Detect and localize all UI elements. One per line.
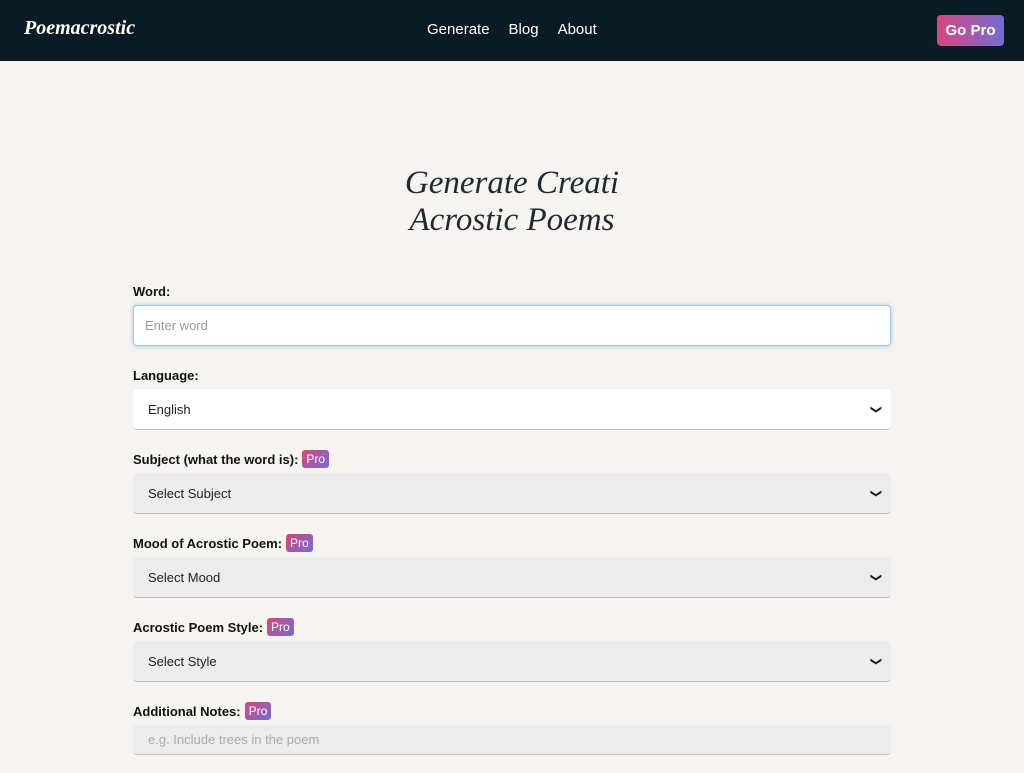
style-select[interactable]: Select Style ❯ — [133, 641, 891, 682]
page-title: Generate Creati Acrostic Poems — [0, 165, 1024, 239]
mood-select[interactable]: Select Mood ❯ — [133, 557, 891, 598]
language-label: Language: — [133, 367, 199, 383]
mood-label: Mood of Acrostic Poem: Pro — [133, 532, 891, 554]
chevron-down-icon: ❯ — [869, 404, 882, 414]
subject-select[interactable]: Select Subject ❯ — [133, 473, 891, 514]
nav-about[interactable]: About — [558, 21, 597, 38]
subject-label: Subject (what the word is): Pro — [133, 448, 891, 470]
poem-form: Word: Enter word Language: English ❯ Sub… — [133, 280, 891, 773]
pro-badge: Pro — [302, 450, 330, 468]
nav-generate[interactable]: Generate — [427, 21, 490, 38]
word-input[interactable]: Enter word — [133, 305, 891, 346]
nav-links: Generate Blog About — [427, 21, 597, 38]
chevron-down-icon: ❯ — [869, 572, 882, 582]
pro-badge: Pro — [267, 618, 294, 636]
go-pro-button[interactable]: Go Pro — [937, 15, 1004, 46]
brand-logo[interactable]: Poemacrostic — [24, 17, 135, 40]
pro-badge: Pro — [244, 702, 272, 720]
notes-label: Additional Notes: Pro — [133, 700, 891, 722]
style-label: Acrostic Poem Style: Pro — [133, 616, 891, 638]
chevron-down-icon: ❯ — [869, 488, 882, 498]
pro-badge: Pro — [286, 534, 313, 552]
title-line-2: Acrostic Poems — [409, 202, 615, 238]
navbar: Poemacrostic Generate Blog About Go Pro — [0, 0, 1024, 61]
title-line-1: Generate Creati — [404, 165, 620, 201]
language-select[interactable]: English ❯ — [133, 389, 891, 430]
nav-blog[interactable]: Blog — [509, 21, 539, 38]
word-label: Word: — [133, 283, 171, 299]
chevron-down-icon: ❯ — [869, 656, 882, 666]
